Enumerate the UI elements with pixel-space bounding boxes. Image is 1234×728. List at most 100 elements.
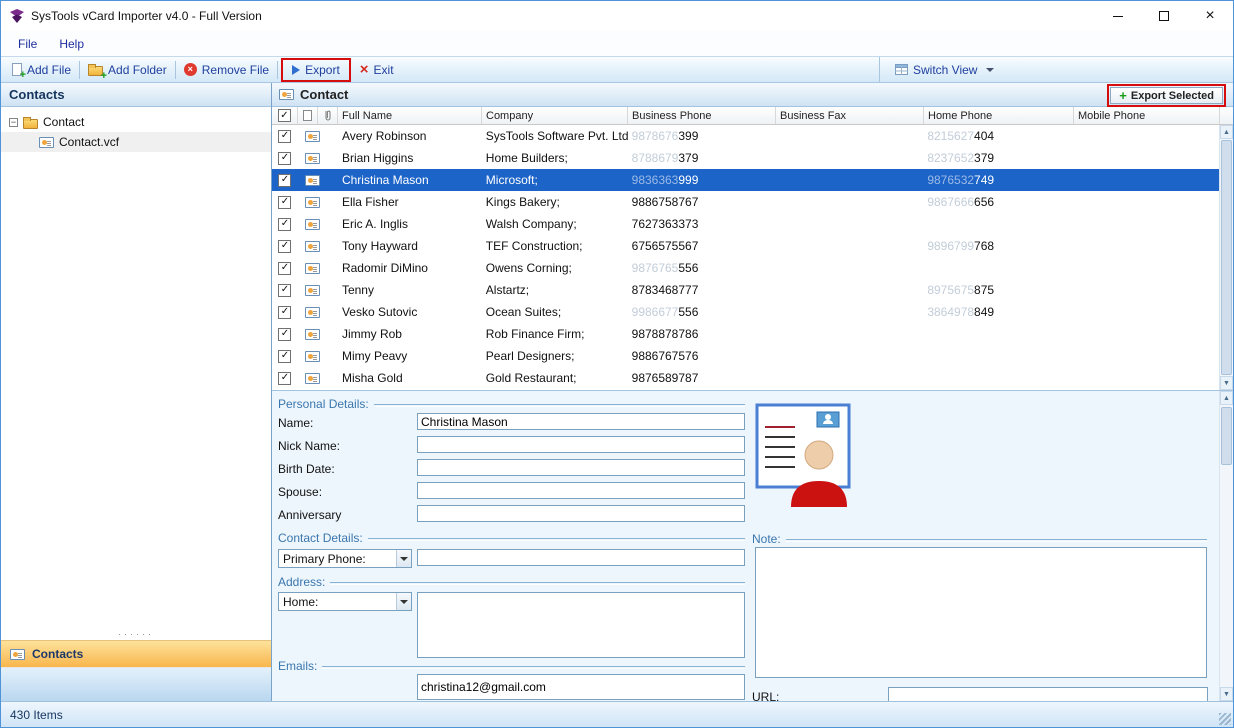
scrollbar-thumb[interactable] [1221,407,1232,465]
table-scrollbar[interactable]: ▲ ▼ [1219,125,1233,390]
add-file-button[interactable]: Add File [5,59,78,81]
main-header-title: Contact [300,87,349,102]
contact-card-icon [298,239,338,253]
checkbox-check-icon: ✓ [278,305,292,319]
row-checkbox[interactable]: ✓ [272,129,298,143]
tree-item-contact[interactable]: Contact [1,112,271,132]
column-header-company[interactable]: Company [482,107,628,124]
row-checkbox[interactable]: ✓ [272,195,298,209]
menu-help[interactable]: Help [48,31,95,56]
checkbox-check-icon: ✓ [278,283,292,297]
green-plus-icon: + [1119,88,1127,103]
table-row[interactable]: ✓ Tony Hayward TEF Construction; 6756575567… [272,235,1219,257]
add-folder-button[interactable]: Add Folder [81,59,174,82]
column-header-business-fax[interactable]: Business Fax [776,107,924,124]
field-input[interactable] [417,505,745,522]
column-header-attachment[interactable] [318,107,338,124]
table-row[interactable]: ✓ Misha Gold Gold Restaurant; 9876589787 [272,367,1219,389]
row-checkbox[interactable]: ✓ [272,261,298,275]
section-personal-details: Personal Details: [278,397,745,411]
field-input[interactable] [417,482,745,499]
export-selected-button[interactable]: + Export Selected [1110,87,1223,104]
phone-type-dropdown[interactable]: Primary Phone: [278,549,412,568]
remove-file-button[interactable]: × Remove File [177,59,276,81]
table-row[interactable]: ✓ Vesko Sutovic Ocean Suites; 9986677556 386… [272,301,1219,323]
scroll-up-icon[interactable]: ▲ [1220,391,1233,405]
details-scrollbar[interactable]: ▲ ▼ [1219,391,1233,701]
table-row[interactable]: ✓ Christina Mason Microsoft; 9836363999 9876… [272,169,1219,191]
switch-view-button[interactable]: Switch View [888,59,1001,81]
field-label: Birth Date: [278,462,335,476]
scroll-up-icon[interactable]: ▲ [1220,125,1233,139]
scroll-down-icon[interactable]: ▼ [1220,376,1233,390]
row-checkbox[interactable]: ✓ [272,151,298,165]
column-header-mobile-phone[interactable]: Mobile Phone [1074,107,1220,124]
tree-collapse-icon[interactable] [9,117,18,127]
table-row[interactable]: ✓ Tenny Alstartz; 8783468777 8975675875 [272,279,1219,301]
contacts-nav-button[interactable]: Contacts [1,640,271,667]
section-contact-details: Contact Details: [278,531,745,545]
cell-business-phone: 9878878786 [631,327,699,341]
row-checkbox[interactable]: ✓ [272,371,298,385]
cell-business-phone: 8783468777 [631,283,699,297]
row-checkbox[interactable]: ✓ [272,305,298,319]
cell-home-phone: 9876532749 [927,173,995,187]
address-textarea[interactable] [417,592,745,658]
table-row[interactable]: ✓ Brian Higgins Home Builders; 8788679379 82… [272,147,1219,169]
table-row[interactable]: ✓ Radomir DiMino Owens Corning; 9876765556 [272,257,1219,279]
cell-company: Home Builders; [485,151,568,165]
main-header: Contact + Export Selected [272,83,1233,107]
red-cross-circle-icon: × [183,63,197,76]
menu-file[interactable]: File [7,31,48,56]
scroll-down-icon[interactable]: ▼ [1220,687,1233,701]
cell-business-phone: 9836363999 [631,173,699,187]
address-type-dropdown[interactable]: Home: [278,592,412,611]
table-row[interactable]: ✓ Eric A. Inglis Walsh Company; 7627363373 [272,213,1219,235]
phone-value-input[interactable] [417,549,745,566]
select-all-checkbox[interactable]: ✓ [272,107,298,124]
email-input[interactable] [417,674,745,700]
row-checkbox[interactable]: ✓ [272,283,298,297]
export-highlight-box: Export [281,57,351,82]
column-header-card[interactable] [298,107,318,124]
cell-home-phone: 9896799768 [927,239,995,253]
splitter-handle[interactable]: ······ [1,629,271,639]
close-button[interactable]: × [1187,1,1233,31]
dropdown-button[interactable] [396,593,411,610]
contact-photo [755,403,851,507]
cell-full-name: Misha Gold [341,371,403,385]
column-header-full-name[interactable]: Full Name [338,107,482,124]
table-row[interactable]: ✓ Jimmy Rob Rob Finance Firm; 9878878786 [272,323,1219,345]
table-row[interactable]: ✓ Avery Robinson SysTools Software Pvt. Lt… [272,125,1219,147]
column-header-home-phone[interactable]: Home Phone [924,107,1074,124]
cell-company: Kings Bakery; [485,195,560,209]
cell-business-phone: 9878676399 [631,129,699,143]
contact-card-icon [10,648,25,660]
column-header-business-phone[interactable]: Business Phone [628,107,776,124]
tree-item-contact-vcf[interactable]: Contact.vcf [1,132,271,152]
field-input[interactable] [417,413,745,430]
resize-grip[interactable] [1219,713,1231,725]
field-input[interactable] [417,436,745,453]
scrollbar-thumb[interactable] [1221,140,1232,375]
table-row[interactable]: ✓ Ella Fisher Kings Bakery; 9886758767 98676… [272,191,1219,213]
field-label: Nick Name: [278,439,341,453]
row-checkbox[interactable]: ✓ [272,173,298,187]
table-row[interactable]: ✓ Mimy Peavy Pearl Designers; 9886767576 [272,345,1219,367]
field-input[interactable] [417,459,745,476]
minimize-button[interactable] [1095,1,1141,31]
section-emails: Emails: [278,659,745,673]
contact-table: ✓ Full Name Company Business Phone Busin… [272,107,1233,390]
row-checkbox[interactable]: ✓ [272,217,298,231]
grid-icon [895,64,908,75]
dropdown-button[interactable] [396,550,411,567]
contact-card-icon [298,349,338,363]
export-button[interactable]: Export [285,59,347,81]
maximize-button[interactable] [1141,1,1187,31]
cell-business-phone: 7627363373 [631,217,699,231]
row-checkbox[interactable]: ✓ [272,239,298,253]
row-checkbox[interactable]: ✓ [272,349,298,363]
note-textarea[interactable] [755,547,1207,678]
exit-button[interactable]: × Exit [353,59,401,81]
row-checkbox[interactable]: ✓ [272,327,298,341]
